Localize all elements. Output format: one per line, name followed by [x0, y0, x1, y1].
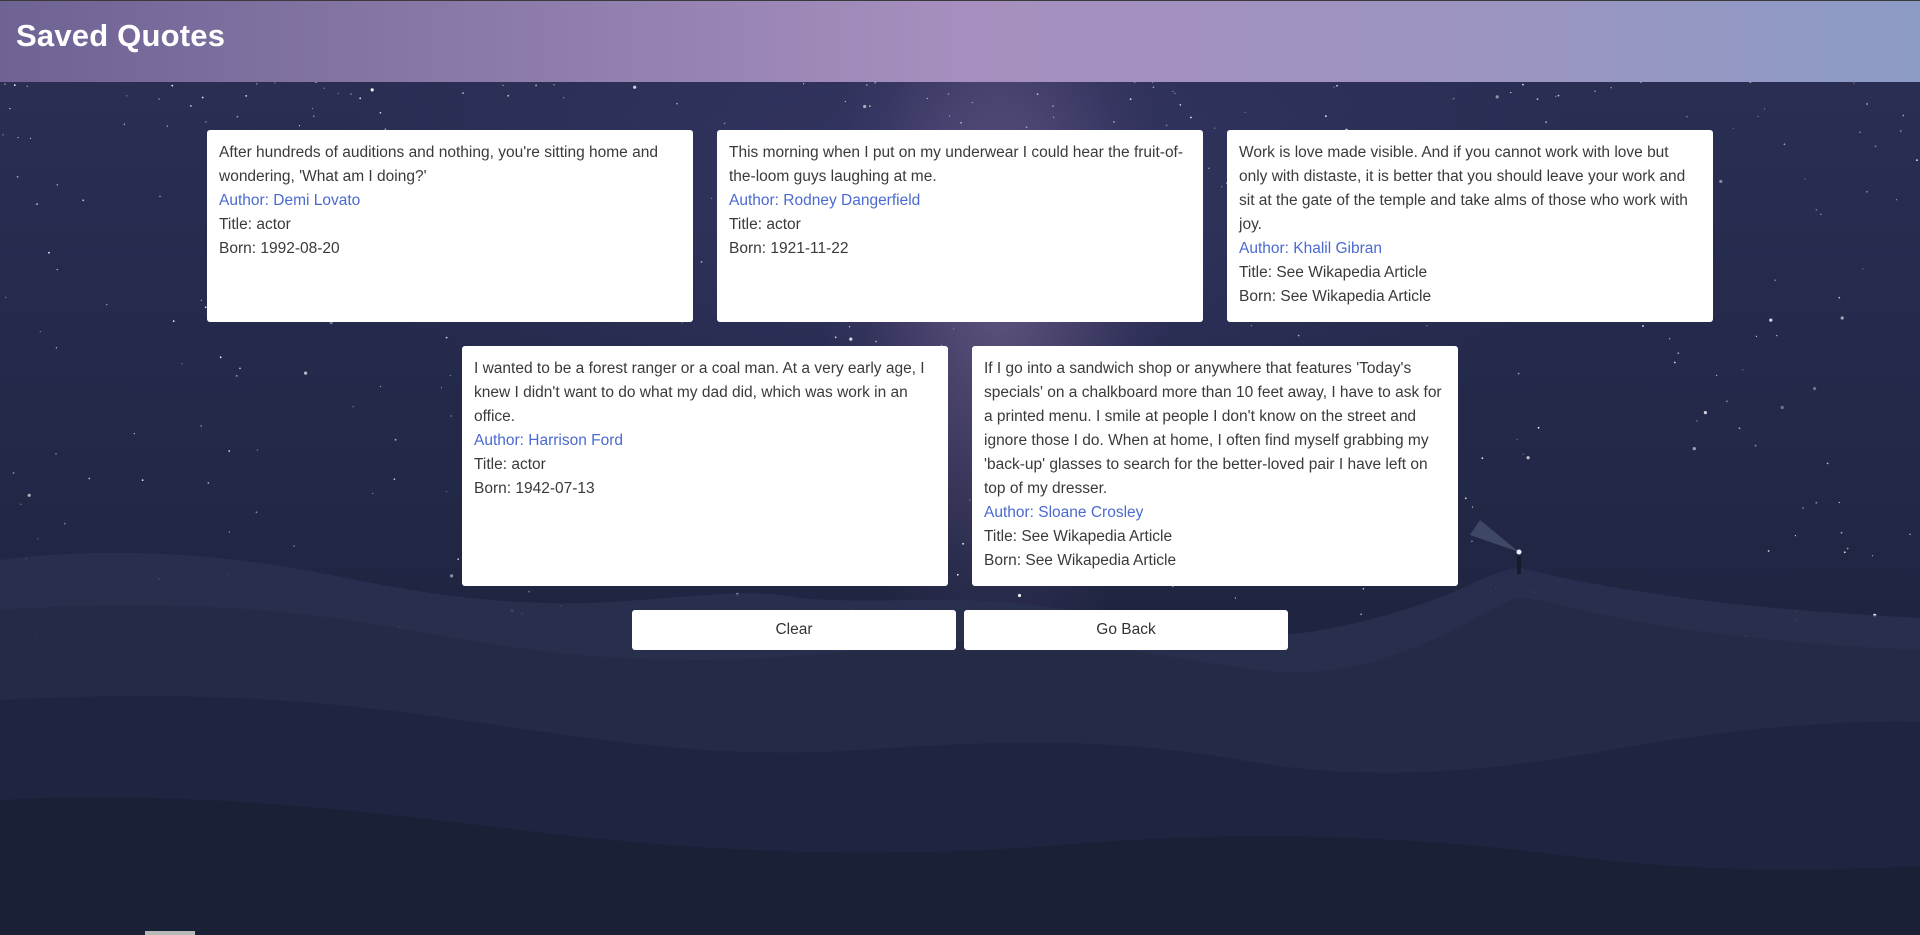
- quote-author-born: Born: 1921-11-22: [729, 240, 849, 257]
- quote-author-link[interactable]: Author: Khalil Gibran: [1239, 237, 1701, 261]
- quote-card: After hundreds of auditions and nothing,…: [207, 130, 693, 322]
- quote-text: Work is love made visible. And if you ca…: [1239, 144, 1688, 233]
- quote-author-born: Born: See Wikapedia Article: [1239, 288, 1432, 305]
- quote-author-title: Title: actor: [219, 216, 291, 233]
- go-back-button[interactable]: Go Back: [964, 610, 1288, 650]
- clear-button[interactable]: Clear: [632, 610, 956, 650]
- horizontal-scrollbar-thumb[interactable]: [145, 931, 195, 935]
- app-header: Saved Quotes: [0, 0, 1920, 82]
- quote-author-title: Title: actor: [474, 456, 546, 473]
- quote-author-link[interactable]: Author: Rodney Dangerfield: [729, 189, 1191, 213]
- quote-author-link[interactable]: Author: Demi Lovato: [219, 189, 681, 213]
- quote-card: Work is love made visible. And if you ca…: [1227, 130, 1713, 322]
- quote-text: If I go into a sandwich shop or anywhere…: [984, 360, 1442, 497]
- quote-author-title: Title: actor: [729, 216, 801, 233]
- quote-author-link[interactable]: Author: Harrison Ford: [474, 429, 936, 453]
- quote-author-link[interactable]: Author: Sloane Crosley: [984, 501, 1446, 525]
- quote-author-born: Born: See Wikapedia Article: [984, 552, 1177, 569]
- quote-text: This morning when I put on my underwear …: [729, 144, 1184, 185]
- quote-card: I wanted to be a forest ranger or a coal…: [462, 346, 948, 586]
- quote-author-born: Born: 1992-08-20: [219, 240, 340, 257]
- quote-author-title: Title: See Wikapedia Article: [1239, 264, 1428, 281]
- quote-card: If I go into a sandwich shop or anywhere…: [972, 346, 1458, 586]
- quote-author-born: Born: 1942-07-13: [474, 480, 595, 497]
- quote-text: After hundreds of auditions and nothing,…: [219, 144, 658, 185]
- quote-author-title: Title: See Wikapedia Article: [984, 528, 1173, 545]
- page-title: Saved Quotes: [16, 18, 226, 53]
- quote-text: I wanted to be a forest ranger or a coal…: [474, 360, 925, 425]
- quote-card: This morning when I put on my underwear …: [717, 130, 1203, 322]
